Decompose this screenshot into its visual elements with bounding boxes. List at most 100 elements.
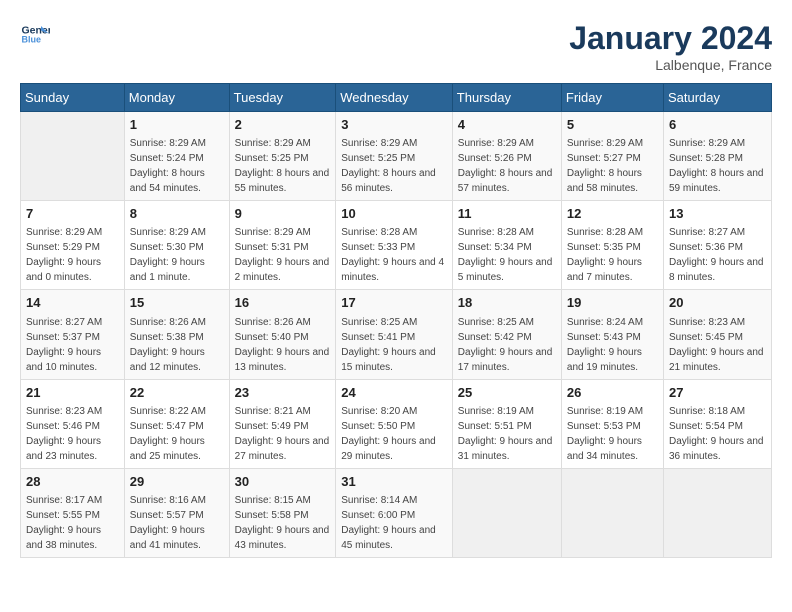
day-number: 14	[26, 294, 119, 312]
day-number: 26	[567, 384, 658, 402]
cell-info: Sunrise: 8:21 AMSunset: 5:49 PMDaylight:…	[235, 404, 331, 464]
calendar-cell: 14 Sunrise: 8:27 AMSunset: 5:37 PMDayligh…	[21, 290, 125, 379]
day-number: 1	[130, 116, 224, 134]
day-number: 4	[458, 116, 556, 134]
day-number: 13	[669, 205, 766, 223]
cell-info: Sunrise: 8:15 AMSunset: 5:58 PMDaylight:…	[235, 493, 331, 553]
day-number: 31	[341, 473, 447, 491]
cell-info: Sunrise: 8:29 AMSunset: 5:28 PMDaylight:…	[669, 136, 766, 196]
cell-info: Sunrise: 8:29 AMSunset: 5:26 PMDaylight:…	[458, 136, 556, 196]
svg-text:Blue: Blue	[22, 35, 42, 45]
day-number: 17	[341, 294, 447, 312]
col-wednesday: Wednesday	[336, 84, 453, 112]
cell-info: Sunrise: 8:29 AMSunset: 5:30 PMDaylight:…	[130, 225, 224, 285]
cell-info: Sunrise: 8:23 AMSunset: 5:45 PMDaylight:…	[669, 315, 766, 375]
day-number: 21	[26, 384, 119, 402]
calendar-cell	[452, 468, 561, 557]
cell-info: Sunrise: 8:29 AMSunset: 5:29 PMDaylight:…	[26, 225, 119, 285]
col-friday: Friday	[561, 84, 663, 112]
calendar-cell: 17 Sunrise: 8:25 AMSunset: 5:41 PMDayligh…	[336, 290, 453, 379]
cell-info: Sunrise: 8:28 AMSunset: 5:34 PMDaylight:…	[458, 225, 556, 285]
col-thursday: Thursday	[452, 84, 561, 112]
calendar-week-5: 28Sunrise: 8:17 AMSunset: 5:55 PMDayligh…	[21, 468, 772, 557]
day-number: 7	[26, 205, 119, 223]
calendar-cell: 4 Sunrise: 8:29 AMSunset: 5:26 PMDaylight…	[452, 112, 561, 201]
calendar-table: Sunday Monday Tuesday Wednesday Thursday…	[20, 83, 772, 558]
cell-info: Sunrise: 8:23 AMSunset: 5:46 PMDaylight:…	[26, 404, 119, 464]
cell-info: Sunrise: 8:26 AMSunset: 5:40 PMDaylight:…	[235, 315, 331, 375]
calendar-cell	[21, 112, 125, 201]
col-tuesday: Tuesday	[229, 84, 336, 112]
day-number: 23	[235, 384, 331, 402]
col-sunday: Sunday	[21, 84, 125, 112]
calendar-cell: 5 Sunrise: 8:29 AMSunset: 5:27 PMDaylight…	[561, 112, 663, 201]
cell-info: Sunrise: 8:29 AMSunset: 5:25 PMDaylight:…	[235, 136, 331, 196]
day-number: 20	[669, 294, 766, 312]
month-title: January 2024	[569, 20, 772, 57]
cell-info: Sunrise: 8:18 AMSunset: 5:54 PMDaylight:…	[669, 404, 766, 464]
calendar-week-2: 7 Sunrise: 8:29 AMSunset: 5:29 PMDaylight…	[21, 201, 772, 290]
calendar-cell: 9 Sunrise: 8:29 AMSunset: 5:31 PMDaylight…	[229, 201, 336, 290]
day-number: 16	[235, 294, 331, 312]
calendar-cell: 15Sunrise: 8:26 AMSunset: 5:38 PMDayligh…	[124, 290, 229, 379]
calendar-cell	[561, 468, 663, 557]
calendar-cell: 12 Sunrise: 8:28 AMSunset: 5:35 PMDayligh…	[561, 201, 663, 290]
cell-info: Sunrise: 8:25 AMSunset: 5:41 PMDaylight:…	[341, 315, 447, 375]
calendar-cell: 16 Sunrise: 8:26 AMSunset: 5:40 PMDayligh…	[229, 290, 336, 379]
cell-info: Sunrise: 8:22 AMSunset: 5:47 PMDaylight:…	[130, 404, 224, 464]
calendar-cell: 1 Sunrise: 8:29 AMSunset: 5:24 PMDaylight…	[124, 112, 229, 201]
cell-info: Sunrise: 8:27 AMSunset: 5:36 PMDaylight:…	[669, 225, 766, 285]
cell-info: Sunrise: 8:29 AMSunset: 5:31 PMDaylight:…	[235, 225, 331, 285]
calendar-cell: 18 Sunrise: 8:25 AMSunset: 5:42 PMDayligh…	[452, 290, 561, 379]
calendar-cell: 26 Sunrise: 8:19 AMSunset: 5:53 PMDayligh…	[561, 379, 663, 468]
day-number: 19	[567, 294, 658, 312]
calendar-cell: 6 Sunrise: 8:29 AMSunset: 5:28 PMDaylight…	[663, 112, 771, 201]
calendar-cell: 23 Sunrise: 8:21 AMSunset: 5:49 PMDayligh…	[229, 379, 336, 468]
day-number: 18	[458, 294, 556, 312]
cell-info: Sunrise: 8:27 AMSunset: 5:37 PMDaylight:…	[26, 315, 119, 375]
cell-info: Sunrise: 8:25 AMSunset: 5:42 PMDaylight:…	[458, 315, 556, 375]
cell-info: Sunrise: 8:14 AMSunset: 6:00 PMDaylight:…	[341, 493, 447, 553]
calendar-week-4: 21 Sunrise: 8:23 AMSunset: 5:46 PMDayligh…	[21, 379, 772, 468]
calendar-cell: 31 Sunrise: 8:14 AMSunset: 6:00 PMDayligh…	[336, 468, 453, 557]
day-number: 8	[130, 205, 224, 223]
calendar-week-3: 14 Sunrise: 8:27 AMSunset: 5:37 PMDayligh…	[21, 290, 772, 379]
calendar-cell: 29Sunrise: 8:16 AMSunset: 5:57 PMDayligh…	[124, 468, 229, 557]
page-header: General Blue January 2024 Lalbenque, Fra…	[20, 20, 772, 73]
day-number: 25	[458, 384, 556, 402]
cell-info: Sunrise: 8:16 AMSunset: 5:57 PMDaylight:…	[130, 493, 224, 553]
calendar-cell: 11 Sunrise: 8:28 AMSunset: 5:34 PMDayligh…	[452, 201, 561, 290]
header-row: Sunday Monday Tuesday Wednesday Thursday…	[21, 84, 772, 112]
day-number: 9	[235, 205, 331, 223]
cell-info: Sunrise: 8:19 AMSunset: 5:53 PMDaylight:…	[567, 404, 658, 464]
calendar-cell: 27Sunrise: 8:18 AMSunset: 5:54 PMDayligh…	[663, 379, 771, 468]
day-number: 11	[458, 205, 556, 223]
calendar-cell: 10Sunrise: 8:28 AMSunset: 5:33 PMDayligh…	[336, 201, 453, 290]
day-number: 28	[26, 473, 119, 491]
cell-info: Sunrise: 8:28 AMSunset: 5:35 PMDaylight:…	[567, 225, 658, 285]
day-number: 2	[235, 116, 331, 134]
calendar-week-1: 1 Sunrise: 8:29 AMSunset: 5:24 PMDaylight…	[21, 112, 772, 201]
calendar-cell: 8 Sunrise: 8:29 AMSunset: 5:30 PMDaylight…	[124, 201, 229, 290]
calendar-cell: 7 Sunrise: 8:29 AMSunset: 5:29 PMDaylight…	[21, 201, 125, 290]
cell-info: Sunrise: 8:29 AMSunset: 5:25 PMDaylight:…	[341, 136, 447, 196]
cell-info: Sunrise: 8:29 AMSunset: 5:27 PMDaylight:…	[567, 136, 658, 196]
col-monday: Monday	[124, 84, 229, 112]
logo: General Blue	[20, 20, 50, 50]
col-saturday: Saturday	[663, 84, 771, 112]
day-number: 12	[567, 205, 658, 223]
calendar-cell: 24Sunrise: 8:20 AMSunset: 5:50 PMDayligh…	[336, 379, 453, 468]
calendar-cell: 21 Sunrise: 8:23 AMSunset: 5:46 PMDayligh…	[21, 379, 125, 468]
day-number: 30	[235, 473, 331, 491]
logo-icon: General Blue	[20, 20, 50, 50]
calendar-cell: 22 Sunrise: 8:22 AMSunset: 5:47 PMDayligh…	[124, 379, 229, 468]
day-number: 6	[669, 116, 766, 134]
title-area: January 2024 Lalbenque, France	[569, 20, 772, 73]
day-number: 22	[130, 384, 224, 402]
cell-info: Sunrise: 8:29 AMSunset: 5:24 PMDaylight:…	[130, 136, 224, 196]
cell-info: Sunrise: 8:28 AMSunset: 5:33 PMDaylight:…	[341, 225, 447, 285]
day-number: 5	[567, 116, 658, 134]
location: Lalbenque, France	[569, 57, 772, 73]
cell-info: Sunrise: 8:19 AMSunset: 5:51 PMDaylight:…	[458, 404, 556, 464]
cell-info: Sunrise: 8:20 AMSunset: 5:50 PMDaylight:…	[341, 404, 447, 464]
